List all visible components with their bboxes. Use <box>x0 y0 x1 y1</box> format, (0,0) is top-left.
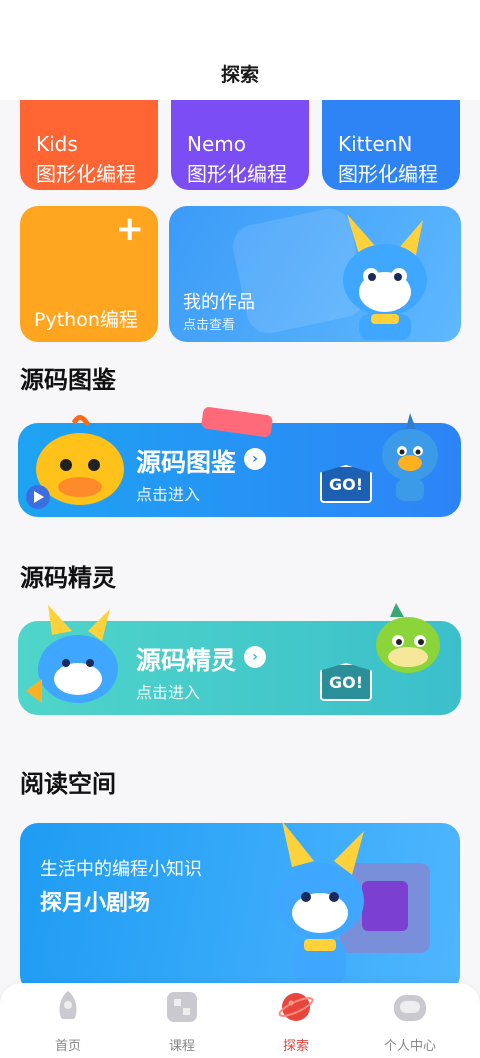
reading-space-card[interactable]: 生活中的编程小知识 探月小剧场 <box>20 823 460 993</box>
bunny-mascot-icon <box>276 823 364 985</box>
blue-bird-mascot-icon <box>382 413 438 501</box>
python-card[interactable]: + Python编程 <box>20 206 158 342</box>
my-works-sub: 点击查看 <box>183 318 236 333</box>
source-atlas-banner-sub: 点击进入 <box>136 485 201 504</box>
kids-card[interactable]: Kids 图形化编程 <box>20 100 158 190</box>
section-heading-reading: 阅读空间 <box>20 770 116 798</box>
section-heading-source-spirit: 源码精灵 <box>20 564 116 592</box>
top-bar: 探索 <box>0 0 480 100</box>
source-spirit-banner-sub: 点击进入 <box>136 683 201 702</box>
go-badge: GO! <box>320 465 372 503</box>
my-works-title: 我的作品 <box>183 292 255 313</box>
kitten-card[interactable]: KittenN 图形化编程 <box>322 100 460 190</box>
tab-profile[interactable]: 个人中心 <box>350 983 470 1058</box>
reading-card-sub: 生活中的编程小知识 <box>40 859 202 880</box>
green-dino-mascot-icon <box>376 603 440 673</box>
plus-icon: + <box>115 209 145 249</box>
source-spirit-banner[interactable]: 源码精灵 › 点击进入 GO! <box>18 603 461 715</box>
my-works-card[interactable]: 我的作品 点击查看 <box>169 206 461 342</box>
source-atlas-banner-title: 源码图鉴 <box>136 448 237 477</box>
nemo-card[interactable]: Nemo 图形化编程 <box>171 100 309 190</box>
kids-card-sub: 图形化编程 <box>36 162 136 186</box>
tab-explore[interactable]: 探索 <box>236 983 356 1058</box>
robot-face-icon <box>394 995 426 1021</box>
kitten-card-sub: 图形化编程 <box>338 162 438 186</box>
tab-home[interactable]: 首页 <box>8 983 128 1058</box>
rocket-icon <box>59 991 77 1019</box>
chevron-right-icon: › <box>244 448 266 470</box>
python-card-label: Python编程 <box>34 309 138 331</box>
section-heading-source-atlas: 源码图鉴 <box>20 366 116 394</box>
chevron-right-icon: › <box>244 646 266 668</box>
bunny-mascot-icon <box>343 214 427 340</box>
planet-icon <box>278 993 314 1021</box>
nemo-card-sub: 图形化编程 <box>187 162 287 186</box>
tab-label: 个人中心 <box>383 1039 436 1054</box>
tab-label: 首页 <box>54 1039 81 1054</box>
course-icon <box>167 992 197 1022</box>
tab-label: 探索 <box>282 1039 309 1054</box>
kitten-card-name: KittenN <box>338 132 413 156</box>
bunny-mascot-icon <box>26 605 118 703</box>
reading-card-title: 探月小剧场 <box>40 891 151 916</box>
nemo-card-name: Nemo <box>187 132 246 156</box>
tab-courses[interactable]: 课程 <box>122 983 242 1058</box>
bird-mascot-icon <box>26 415 124 509</box>
bottom-tab-bar: 首页 课程 探索 个人中心 <box>0 983 480 1058</box>
tab-label: 课程 <box>168 1039 195 1054</box>
source-atlas-banner[interactable]: 源码图鉴 › 点击进入 GO! <box>18 406 461 517</box>
go-badge: GO! <box>320 663 372 701</box>
kids-card-name: Kids <box>36 132 78 156</box>
page-title: 探索 <box>220 64 259 86</box>
source-spirit-banner-title: 源码精灵 <box>136 646 237 675</box>
